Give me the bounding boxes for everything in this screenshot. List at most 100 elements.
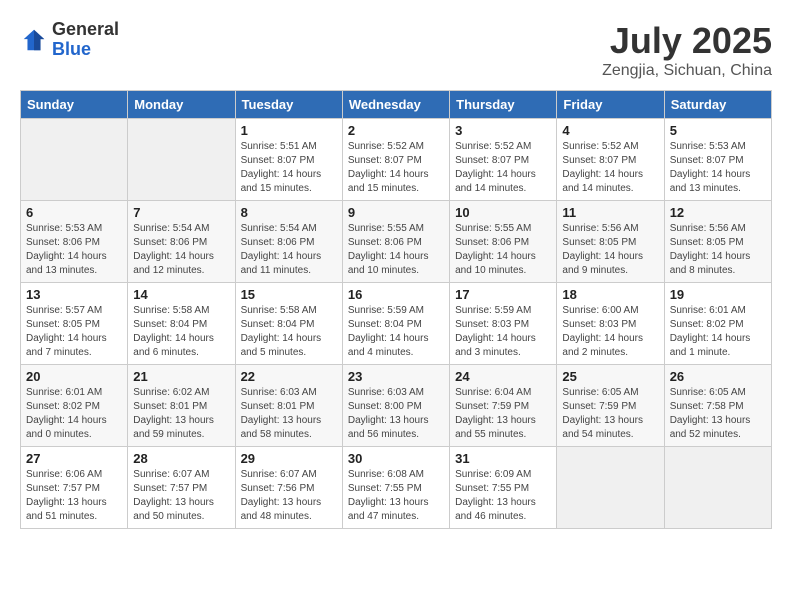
calendar-cell: 2Sunrise: 5:52 AMSunset: 8:07 PMDaylight…	[342, 119, 449, 201]
day-number: 19	[670, 287, 766, 302]
calendar-cell: 21 Sunrise: 6:02 AMSunset: 8:01 PMDayligh…	[128, 365, 235, 447]
day-info: Sunrise: 6:06 AMSunset: 7:57 PMDaylight:…	[26, 468, 122, 524]
day-info: Sunrise: 6:01 AMSunset: 8:02 PMDaylight:…	[26, 386, 122, 442]
logo-general-text: General	[52, 20, 119, 40]
day-info: Sunrise: 6:07 AMSunset: 7:56 PMDaylight:…	[241, 468, 337, 524]
day-info: Sunrise: 5:58 AMSunset: 8:04 PMDaylight:…	[133, 304, 229, 360]
calendar-cell: 5 Sunrise: 5:53 AMSunset: 8:07 PMDaylight…	[664, 119, 771, 201]
calendar-cell: 29 Sunrise: 6:07 AMSunset: 7:56 PMDayligh…	[235, 447, 342, 529]
calendar-cell: 18 Sunrise: 6:00 AMSunset: 8:03 PMDayligh…	[557, 283, 664, 365]
calendar-body: 1Sunrise: 5:51 AMSunset: 8:07 PMDaylight…	[21, 119, 772, 529]
calendar-cell: 16 Sunrise: 5:59 AMSunset: 8:04 PMDayligh…	[342, 283, 449, 365]
calendar-cell: 6Sunrise: 5:53 AMSunset: 8:06 PMDaylight…	[21, 201, 128, 283]
weekday-header-thursday: Thursday	[450, 91, 557, 119]
day-info: Sunrise: 6:07 AMSunset: 7:57 PMDaylight:…	[133, 468, 229, 524]
week-row-3: 20 Sunrise: 6:01 AMSunset: 8:02 PMDayligh…	[21, 365, 772, 447]
day-info: Sunrise: 6:04 AMSunset: 7:59 PMDaylight:…	[455, 386, 551, 442]
day-info: Sunrise: 6:01 AMSunset: 8:02 PMDaylight:…	[670, 304, 766, 360]
calendar-cell: 27 Sunrise: 6:06 AMSunset: 7:57 PMDayligh…	[21, 447, 128, 529]
day-info: Sunrise: 5:52 AMSunset: 8:07 PMDaylight:…	[348, 140, 444, 196]
day-number: 9	[348, 205, 444, 220]
week-row-1: 6Sunrise: 5:53 AMSunset: 8:06 PMDaylight…	[21, 201, 772, 283]
day-number: 5	[670, 123, 766, 138]
calendar-cell	[21, 119, 128, 201]
logo-text: General Blue	[52, 20, 119, 60]
day-info: Sunrise: 6:05 AMSunset: 7:58 PMDaylight:…	[670, 386, 766, 442]
calendar-cell: 1Sunrise: 5:51 AMSunset: 8:07 PMDaylight…	[235, 119, 342, 201]
day-number: 24	[455, 369, 551, 384]
day-number: 22	[241, 369, 337, 384]
day-number: 16	[348, 287, 444, 302]
title-block: July 2025 Zengjia, Sichuan, China	[602, 20, 772, 80]
calendar-cell: 3Sunrise: 5:52 AMSunset: 8:07 PMDaylight…	[450, 119, 557, 201]
day-info: Sunrise: 6:00 AMSunset: 8:03 PMDaylight:…	[562, 304, 658, 360]
calendar-cell: 8 Sunrise: 5:54 AMSunset: 8:06 PMDaylight…	[235, 201, 342, 283]
day-number: 1	[241, 123, 337, 138]
calendar-table: SundayMondayTuesdayWednesdayThursdayFrid…	[20, 90, 772, 529]
calendar-cell: 15 Sunrise: 5:58 AMSunset: 8:04 PMDayligh…	[235, 283, 342, 365]
day-number: 25	[562, 369, 658, 384]
location-title: Zengjia, Sichuan, China	[602, 62, 772, 80]
day-info: Sunrise: 5:54 AMSunset: 8:06 PMDaylight:…	[133, 222, 229, 278]
day-info: Sunrise: 6:09 AMSunset: 7:55 PMDaylight:…	[455, 468, 551, 524]
day-info: Sunrise: 5:54 AMSunset: 8:06 PMDaylight:…	[241, 222, 337, 278]
day-number: 10	[455, 205, 551, 220]
day-number: 18	[562, 287, 658, 302]
day-info: Sunrise: 5:56 AMSunset: 8:05 PMDaylight:…	[562, 222, 658, 278]
page-header: General Blue July 2025 Zengjia, Sichuan,…	[20, 20, 772, 80]
calendar-cell: 7Sunrise: 5:54 AMSunset: 8:06 PMDaylight…	[128, 201, 235, 283]
day-number: 14	[133, 287, 229, 302]
calendar-cell: 19 Sunrise: 6:01 AMSunset: 8:02 PMDayligh…	[664, 283, 771, 365]
calendar-cell: 17Sunrise: 5:59 AMSunset: 8:03 PMDayligh…	[450, 283, 557, 365]
weekday-header-sunday: Sunday	[21, 91, 128, 119]
day-info: Sunrise: 5:55 AMSunset: 8:06 PMDaylight:…	[455, 222, 551, 278]
calendar-cell	[664, 447, 771, 529]
calendar-cell: 31Sunrise: 6:09 AMSunset: 7:55 PMDayligh…	[450, 447, 557, 529]
calendar-cell: 30Sunrise: 6:08 AMSunset: 7:55 PMDayligh…	[342, 447, 449, 529]
logo: General Blue	[20, 20, 119, 60]
day-number: 11	[562, 205, 658, 220]
day-info: Sunrise: 5:58 AMSunset: 8:04 PMDaylight:…	[241, 304, 337, 360]
day-info: Sunrise: 5:52 AMSunset: 8:07 PMDaylight:…	[455, 140, 551, 196]
day-info: Sunrise: 5:59 AMSunset: 8:03 PMDaylight:…	[455, 304, 551, 360]
calendar-cell: 23Sunrise: 6:03 AMSunset: 8:00 PMDayligh…	[342, 365, 449, 447]
day-info: Sunrise: 6:03 AMSunset: 8:00 PMDaylight:…	[348, 386, 444, 442]
day-info: Sunrise: 6:02 AMSunset: 8:01 PMDaylight:…	[133, 386, 229, 442]
calendar-cell: 24 Sunrise: 6:04 AMSunset: 7:59 PMDayligh…	[450, 365, 557, 447]
calendar-cell: 12Sunrise: 5:56 AMSunset: 8:05 PMDayligh…	[664, 201, 771, 283]
day-number: 21	[133, 369, 229, 384]
week-row-0: 1Sunrise: 5:51 AMSunset: 8:07 PMDaylight…	[21, 119, 772, 201]
day-info: Sunrise: 5:53 AMSunset: 8:07 PMDaylight:…	[670, 140, 766, 196]
day-number: 20	[26, 369, 122, 384]
weekday-header-tuesday: Tuesday	[235, 91, 342, 119]
day-number: 6	[26, 205, 122, 220]
calendar-cell: 4 Sunrise: 5:52 AMSunset: 8:07 PMDaylight…	[557, 119, 664, 201]
day-number: 8	[241, 205, 337, 220]
calendar-cell: 11 Sunrise: 5:56 AMSunset: 8:05 PMDayligh…	[557, 201, 664, 283]
week-row-2: 13Sunrise: 5:57 AMSunset: 8:05 PMDayligh…	[21, 283, 772, 365]
calendar-cell: 14 Sunrise: 5:58 AMSunset: 8:04 PMDayligh…	[128, 283, 235, 365]
day-number: 27	[26, 451, 122, 466]
day-info: Sunrise: 5:59 AMSunset: 8:04 PMDaylight:…	[348, 304, 444, 360]
calendar-cell	[128, 119, 235, 201]
calendar-cell: 28 Sunrise: 6:07 AMSunset: 7:57 PMDayligh…	[128, 447, 235, 529]
day-info: Sunrise: 5:52 AMSunset: 8:07 PMDaylight:…	[562, 140, 658, 196]
day-number: 4	[562, 123, 658, 138]
month-year-title: July 2025	[602, 20, 772, 62]
day-number: 15	[241, 287, 337, 302]
day-number: 30	[348, 451, 444, 466]
calendar-cell: 10 Sunrise: 5:55 AMSunset: 8:06 PMDayligh…	[450, 201, 557, 283]
day-number: 28	[133, 451, 229, 466]
weekday-header-saturday: Saturday	[664, 91, 771, 119]
weekday-header-friday: Friday	[557, 91, 664, 119]
logo-icon	[20, 26, 48, 54]
weekday-header-monday: Monday	[128, 91, 235, 119]
calendar-cell: 20 Sunrise: 6:01 AMSunset: 8:02 PMDayligh…	[21, 365, 128, 447]
day-number: 29	[241, 451, 337, 466]
day-info: Sunrise: 6:05 AMSunset: 7:59 PMDaylight:…	[562, 386, 658, 442]
calendar-cell	[557, 447, 664, 529]
day-info: Sunrise: 5:55 AMSunset: 8:06 PMDaylight:…	[348, 222, 444, 278]
logo-blue-text: Blue	[52, 40, 119, 60]
day-info: Sunrise: 5:57 AMSunset: 8:05 PMDaylight:…	[26, 304, 122, 360]
weekday-header-row: SundayMondayTuesdayWednesdayThursdayFrid…	[21, 91, 772, 119]
